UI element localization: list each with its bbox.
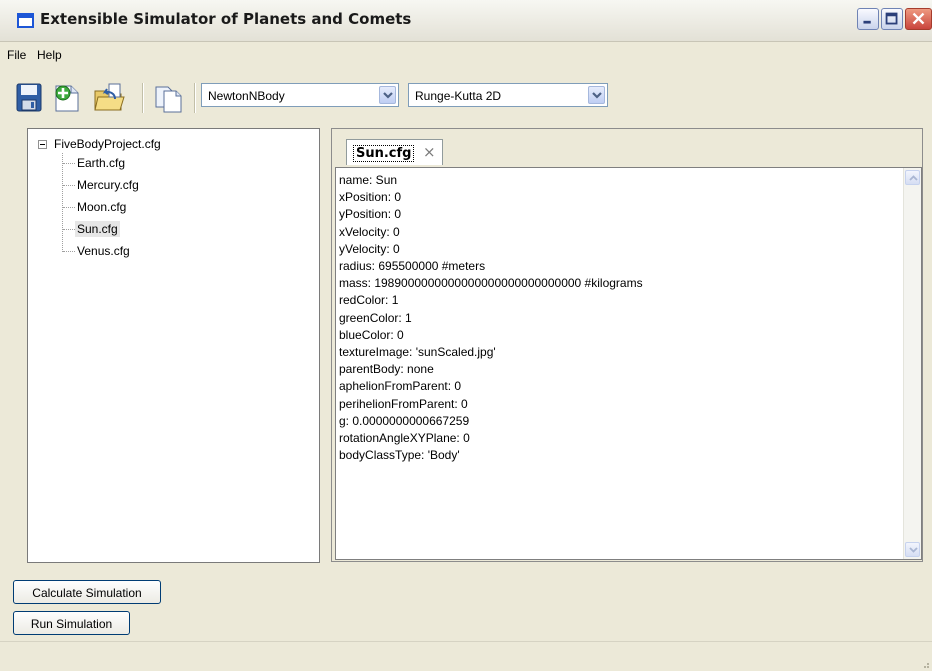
physics-model-value: NewtonNBody <box>208 89 285 103</box>
run-simulation-label: Run Simulation <box>30 617 113 631</box>
tree-connector <box>63 229 75 230</box>
editor-panel: Sun.cfg × name: Sun xPosition: 0 yPosition… <box>331 128 923 562</box>
maximize-icon <box>885 12 898 25</box>
vertical-scrollbar[interactable] <box>903 168 921 559</box>
tree-root[interactable]: FiveBodyProject.cfg <box>38 137 238 155</box>
integrator-value: Runge-Kutta 2D <box>415 89 502 103</box>
chevron-up-icon <box>909 175 918 181</box>
config-line: name: Sun <box>339 173 398 187</box>
new-file-icon <box>55 85 79 112</box>
resize-grip-icon[interactable] <box>920 659 930 669</box>
tab-label: Sun.cfg <box>353 145 415 162</box>
config-line: yVelocity: 0 <box>339 241 400 256</box>
minimize-icon <box>863 20 871 24</box>
calculate-simulation-button[interactable]: Calculate Simulation <box>13 580 161 604</box>
config-line: aphelionFromParent: 0 <box>339 379 462 394</box>
chevron-down-icon <box>592 92 602 99</box>
config-lines: name: Sun xPosition: 0 yPosition: 0 xVeloci… <box>339 172 643 464</box>
minimize-button[interactable] <box>857 8 879 30</box>
tree-connector <box>63 163 75 164</box>
tree-connector <box>62 153 63 252</box>
save-button[interactable] <box>14 82 46 114</box>
physics-model-select[interactable]: NewtonNBody <box>201 83 399 107</box>
config-line: blueColor: 0 <box>339 327 404 342</box>
scroll-up-button[interactable] <box>905 170 920 185</box>
config-line: rotationAngleXYPlane: 0 <box>339 431 470 446</box>
config-line: textureImage: 'sunScaled.jpg' <box>339 345 496 360</box>
config-line: greenColor: 1 <box>339 310 412 325</box>
tree-connector <box>63 251 75 252</box>
config-line: redColor: 1 <box>339 293 399 308</box>
physics-model-dropdown-button[interactable] <box>379 86 396 104</box>
title-bar[interactable]: Extensible Simulator of Planets and Come… <box>0 0 932 42</box>
config-line: g: 0.0000000000667259 <box>339 413 470 428</box>
config-line: radius: 695500000 #meters <box>339 259 486 274</box>
maximize-button[interactable] <box>881 8 903 30</box>
config-line: perihelionFromParent: 0 <box>339 396 468 411</box>
new-file-button[interactable] <box>51 82 83 114</box>
window-app-icon <box>17 13 34 28</box>
toolbar-separator <box>194 83 196 113</box>
chevron-down-icon <box>383 92 393 99</box>
chevron-down-icon <box>909 547 918 553</box>
integrator-dropdown-button[interactable] <box>588 86 605 104</box>
menu-file[interactable]: File <box>7 48 26 62</box>
tree-connector <box>63 207 75 208</box>
scroll-down-button[interactable] <box>905 542 920 557</box>
open-folder-icon <box>94 83 125 111</box>
integrator-select[interactable]: Runge-Kutta 2D <box>408 83 608 107</box>
toolbar-separator <box>142 83 144 113</box>
save-icon <box>16 83 42 112</box>
config-text-area[interactable]: name: Sun xPosition: 0 yPosition: 0 xVeloci… <box>335 167 922 560</box>
close-button[interactable] <box>905 8 932 30</box>
config-line: yPosition: 0 <box>339 207 402 222</box>
app-window: Extensible Simulator of Planets and Come… <box>0 0 932 671</box>
open-folder-button[interactable] <box>93 82 125 114</box>
calculate-simulation-label: Calculate Simulation <box>32 586 142 600</box>
collapse-icon[interactable] <box>38 140 47 149</box>
menu-bar: File Help <box>0 42 932 68</box>
copy-button[interactable] <box>153 82 185 114</box>
status-bar <box>0 641 932 671</box>
close-icon <box>912 12 925 25</box>
window-title: Extensible Simulator of Planets and Come… <box>40 10 412 28</box>
config-line: parentBody: none <box>339 362 434 377</box>
config-line: bodyClassType: 'Body' <box>339 448 460 463</box>
tree-root-label: FiveBodyProject.cfg <box>54 137 161 151</box>
tab-close-icon[interactable]: × <box>423 143 436 161</box>
menu-help[interactable]: Help <box>37 48 62 62</box>
config-line: xVelocity: 0 <box>339 224 400 239</box>
toolbar: NewtonNBody Runge-Kutta 2D <box>0 68 932 118</box>
config-line: mass: 1989000000000000000000000000000 #k… <box>339 276 643 291</box>
tab-sun-cfg[interactable]: Sun.cfg × <box>346 139 443 165</box>
config-line: xPosition: 0 <box>339 190 402 205</box>
project-tree: FiveBodyProject.cfg Earth.cfg Mercury.cf… <box>27 128 320 563</box>
tree-connector <box>63 185 75 186</box>
copy-icon <box>155 86 182 113</box>
run-simulation-button[interactable]: Run Simulation <box>13 611 130 635</box>
